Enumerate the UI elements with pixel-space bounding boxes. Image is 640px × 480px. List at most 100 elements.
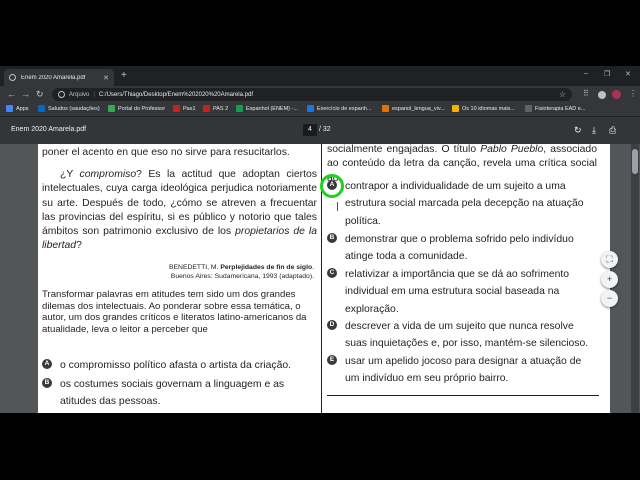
bookmark-espanol[interactable]: espanol_lengua_viv... bbox=[382, 105, 445, 112]
option-letter-badge: E bbox=[327, 355, 337, 365]
bookmark-label: PAS 2 bbox=[213, 105, 229, 112]
option-letter-badge: C bbox=[327, 268, 337, 278]
tab-close-icon[interactable]: ✕ bbox=[103, 74, 109, 82]
bookmark-pas2[interactable]: PAS 2 bbox=[203, 105, 228, 112]
fit-page-button[interactable]: ⛶ bbox=[601, 251, 618, 268]
linkedin-icon bbox=[38, 105, 45, 112]
menu-icon[interactable]: ⋮ bbox=[629, 89, 637, 98]
source-citation: BENEDETTI, M. Perplejidades de fin de si… bbox=[42, 264, 314, 281]
check-icon bbox=[236, 105, 243, 112]
option-text: o compromisso político afasta o artista … bbox=[60, 360, 292, 371]
site-icon bbox=[525, 105, 532, 112]
option-letter-badge: B bbox=[42, 378, 52, 388]
pdf-viewer[interactable]: poner el acento en que eso no sirve para… bbox=[0, 144, 640, 413]
citation-dot: . bbox=[312, 264, 314, 271]
option-b-left[interactable]: Bos costumes sociais governam a linguage… bbox=[42, 376, 317, 411]
intro-emphasis: Pablo Pueblo bbox=[480, 144, 544, 155]
bookmark-apps[interactable]: Apps bbox=[6, 105, 29, 112]
option-c[interactable]: Crelativizar a importância que se dá ao … bbox=[327, 266, 597, 318]
scrollbar-thumb[interactable] bbox=[632, 149, 638, 174]
intro-part: socialmente engajadas. O título bbox=[327, 144, 481, 155]
address-bar[interactable]: Arquivo | C:/Users/Thiago/Desktop/Enem%2… bbox=[52, 88, 572, 101]
portal-icon bbox=[108, 105, 115, 112]
apps-icon bbox=[6, 105, 13, 112]
browser-toolbar: ← → ↻ Arquivo | C:/Users/Thiago/Desktop/… bbox=[0, 86, 640, 103]
citation-author: BENEDETTI, M. bbox=[168, 264, 221, 271]
fc-icon bbox=[307, 105, 314, 112]
bookmark-idiomas[interactable]: Os 10 idiomas mais... bbox=[452, 105, 515, 112]
info-icon[interactable] bbox=[58, 91, 65, 98]
option-d[interactable]: Ddescrever a vida de um sujeito que nunc… bbox=[327, 318, 597, 353]
bookmarks-bar: Apps Saludos (saudações) Portal do Profe… bbox=[0, 103, 640, 117]
option-text: demonstrar que o problema sofrido pelo i… bbox=[345, 234, 574, 263]
option-b[interactable]: Bdemonstrar que o problema sofrido pelo … bbox=[327, 231, 597, 266]
forward-button[interactable]: → bbox=[21, 89, 30, 99]
tab-title: Enem 2020 Amarela.pdf bbox=[21, 74, 86, 81]
bookmark-label: Exercício de espanh... bbox=[317, 105, 372, 112]
bottom-rule bbox=[327, 395, 599, 396]
option-text: relativizar a importância que se dá ao s… bbox=[345, 269, 570, 315]
bookmark-espanhol[interactable]: Espanhol (ENEM) -... bbox=[236, 105, 298, 112]
para-emphasis: compromiso bbox=[79, 169, 137, 180]
pdf-page: poner el acento en que eso no sirve para… bbox=[38, 144, 610, 413]
option-text: os costumes sociais governam a linguagem… bbox=[60, 379, 285, 408]
reload-button[interactable]: ↻ bbox=[36, 89, 44, 99]
pas-icon bbox=[203, 105, 210, 112]
window-close-button[interactable]: ✕ bbox=[625, 70, 631, 78]
bookmark-label: Os 10 idiomas mais... bbox=[462, 105, 515, 112]
download-icon[interactable]: ⤓ bbox=[592, 125, 596, 135]
zoom-out-button[interactable]: − bbox=[601, 290, 618, 307]
print-icon[interactable]: ⎙ bbox=[609, 125, 616, 135]
extensions-icon[interactable]: ⠿ bbox=[583, 89, 589, 98]
bookmark-label: Fisioterapia EAD e... bbox=[535, 105, 586, 112]
option-text: contrapor a individualidade de um sujeit… bbox=[345, 181, 584, 227]
highlight-circle bbox=[320, 174, 344, 198]
page-number-input[interactable]: 4 bbox=[303, 124, 317, 136]
extension-icon[interactable] bbox=[598, 91, 606, 99]
minimize-button[interactable]: – bbox=[584, 70, 588, 77]
globe-icon bbox=[9, 74, 16, 81]
pdf-title: Enem 2020 Amarela.pdf bbox=[11, 126, 87, 133]
maximize-button[interactable]: ❐ bbox=[604, 70, 610, 78]
bookmark-label: espanol_lengua_viv... bbox=[392, 105, 445, 112]
option-e[interactable]: Eusar um apelido jocoso para designar a … bbox=[327, 353, 597, 388]
zoom-in-button[interactable]: + bbox=[601, 271, 618, 288]
rotate-icon[interactable]: ↻ bbox=[574, 125, 582, 135]
browser-window: Enem 2020 Amarela.pdf ✕ + – ❐ ✕ ← → ↻ Ar… bbox=[0, 66, 640, 413]
tab-strip: Enem 2020 Amarela.pdf ✕ + – ❐ ✕ bbox=[0, 66, 640, 86]
option-letter-badge: B bbox=[327, 233, 337, 243]
bookmark-exercicio[interactable]: Exercício de espanh... bbox=[307, 105, 371, 112]
citation-publisher: Buenos Aires: Sudamericana, 1993 (adapta… bbox=[170, 272, 314, 280]
profile-avatar[interactable] bbox=[612, 90, 621, 99]
bookmark-pas1[interactable]: Pas1 bbox=[173, 105, 196, 112]
scheme-label: Arquivo bbox=[69, 91, 90, 98]
page-total: / 32 bbox=[319, 126, 331, 133]
question-stem: Transformar palavras em atitudes tem sid… bbox=[42, 289, 307, 335]
benedetti-paragraph: ¿Y compromiso? Es la actitud que adoptan… bbox=[42, 168, 317, 254]
option-text: usar um apelido jocoso para designar a a… bbox=[345, 356, 582, 385]
text-cursor bbox=[337, 202, 338, 211]
text-line: poner el acento en que eso no sirve para… bbox=[42, 147, 290, 158]
bookmark-saludos[interactable]: Saludos (saudações) bbox=[38, 105, 100, 112]
back-button[interactable]: ← bbox=[7, 89, 16, 99]
para-part: ¿Y bbox=[60, 169, 80, 180]
url-text[interactable]: C:/Users/Thiago/Desktop/Enem%202020%20Am… bbox=[99, 92, 253, 98]
option-a[interactable]: Acontrapor a individualidade de um sujei… bbox=[327, 178, 597, 230]
citation-title: Perplejidades de fin de siglo bbox=[220, 264, 313, 271]
video-frame: Enem 2020 Amarela.pdf ✕ + – ❐ ✕ ← → ↻ Ar… bbox=[0, 0, 640, 480]
pas-icon bbox=[173, 105, 180, 112]
option-text: descrever a vida de um sujeito que nunca… bbox=[345, 321, 589, 350]
bookmark-label: Apps bbox=[16, 105, 29, 112]
tab-enem-pdf[interactable]: Enem 2020 Amarela.pdf ✕ bbox=[4, 69, 114, 86]
option-letter-badge: A bbox=[42, 359, 52, 369]
pdf-toolbar: Enem 2020 Amarela.pdf 4 / 32 ↻ ⤓ ⎙ bbox=[0, 117, 640, 144]
scrollbar[interactable] bbox=[631, 144, 639, 413]
bookmark-star-icon[interactable]: ☆ bbox=[559, 90, 566, 99]
bookmark-label: Portal do Professor bbox=[118, 105, 166, 112]
option-a-left[interactable]: Ao compromisso político afasta o artista… bbox=[42, 357, 317, 374]
new-tab-button[interactable]: + bbox=[121, 70, 127, 82]
bookmark-portal[interactable]: Portal do Professor bbox=[108, 105, 165, 112]
bookmark-fisioterapia[interactable]: Fisioterapia EAD e... bbox=[525, 105, 585, 112]
bookmark-label: Pas1 bbox=[183, 105, 196, 112]
site-icon bbox=[452, 105, 459, 112]
